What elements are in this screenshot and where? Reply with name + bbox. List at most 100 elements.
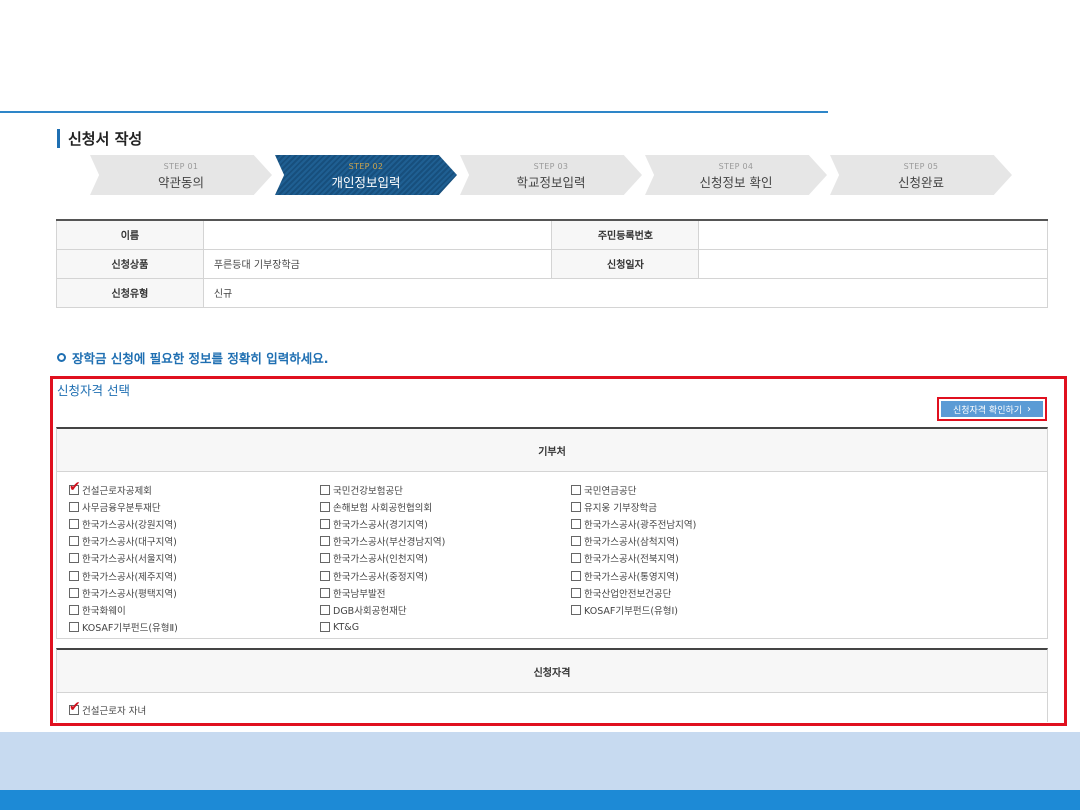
donor-checkbox-item[interactable]: 한국가스공사(제주지역): [69, 567, 320, 584]
checkbox[interactable]: [571, 570, 581, 581]
step-1-label: 약관동의: [157, 175, 204, 190]
donor-checkbox-label: 유지웅 기부장학금: [584, 502, 657, 514]
donor-checkbox-item[interactable]: 사무금융우분투재단: [69, 498, 320, 515]
checkbox[interactable]: [571, 501, 581, 512]
step-2-active: STEP 02 개인정보입력: [275, 155, 457, 195]
checkbox[interactable]: [571, 604, 581, 615]
donor-checkbox-item[interactable]: DGB사회공헌재단: [320, 601, 571, 618]
checkbox[interactable]: [320, 587, 330, 598]
donor-checkbox-label: 한국가스공사(전북지역): [584, 554, 679, 566]
checkbox[interactable]: [571, 484, 581, 495]
checkbox[interactable]: [320, 553, 330, 564]
donor-checkbox-item[interactable]: 한국가스공사(평택지역): [69, 584, 320, 601]
donor-checkbox-item[interactable]: 손해보험 사회공헌협의회: [320, 498, 571, 515]
checkbox[interactable]: [69, 604, 79, 615]
product-label: 신청상품: [56, 248, 204, 279]
step-4-label: 신청정보 확인: [699, 175, 773, 190]
donor-checkbox-item[interactable]: 한국가스공사(부산경남지역): [320, 533, 571, 550]
checkbox[interactable]: [69, 587, 79, 598]
donor-checkbox-item[interactable]: 한국가스공사(인천지역): [320, 550, 571, 567]
checkbox[interactable]: [320, 570, 330, 581]
donor-checkbox-label: 한국가스공사(강원지역): [82, 519, 177, 531]
donor-checkbox-list: 건설근로자공제회 국민건강보험공단 국민연금공단사무금융우분투재단 손해보험 사회공헌…: [69, 479, 829, 636]
donor-checkbox-item[interactable]: 국민건강보험공단: [320, 481, 571, 498]
checkbox[interactable]: [69, 479, 81, 495]
donor-checkbox-item[interactable]: KOSAF기부펀드(유형Ⅰ): [571, 601, 822, 618]
donor-checkbox-label: 한국화웨이: [82, 605, 126, 617]
donor-checkbox-label: 한국가스공사(인천지역): [333, 554, 428, 566]
step-3: STEP 03 학교정보입력: [460, 155, 642, 195]
donor-checkbox-label: 손해보험 사회공헌협의회: [333, 502, 433, 514]
donor-checkbox-item[interactable]: 한국가스공사(중정지역): [320, 567, 571, 584]
step-1: STEP 01 약관동의: [90, 155, 272, 195]
donor-checkbox-item[interactable]: 한국가스공사(통영지역): [571, 567, 822, 584]
type-label: 신청유형: [56, 277, 204, 308]
checkbox[interactable]: [571, 536, 581, 547]
table-row: 신청상품 푸른등대 기부장학금 신청일자: [56, 248, 1048, 279]
donor-checkbox-label: 한국남부발전: [333, 588, 386, 600]
checkbox[interactable]: [320, 501, 330, 512]
checkbox[interactable]: [320, 604, 330, 615]
checkbox[interactable]: [69, 570, 79, 581]
page-title: 신청서 작성: [57, 128, 142, 148]
donor-checkbox-item[interactable]: 한국가스공사(삼척지역): [571, 533, 822, 550]
circle-bullet-icon: [57, 353, 66, 362]
checkbox[interactable]: [571, 553, 581, 564]
donor-checkbox-item[interactable]: 한국가스공사(경기지역): [320, 515, 571, 532]
product-value: 푸른등대 기부장학금: [202, 248, 553, 279]
step-5-label: 신청완료: [897, 175, 944, 190]
date-value: [698, 248, 1048, 279]
checkbox[interactable]: [320, 536, 330, 547]
donor-checkbox-item[interactable]: 한국남부발전: [320, 584, 571, 601]
ssn-value: [698, 219, 1048, 250]
donor-checkbox-item[interactable]: 한국가스공사(강원지역): [69, 515, 320, 532]
checkbox[interactable]: [69, 536, 79, 547]
donor-checkbox-item[interactable]: KT&G: [320, 619, 571, 636]
donor-checkbox-label: 한국산업안전보건공단: [584, 588, 672, 600]
donor-checkbox-item[interactable]: 유지웅 기부장학금: [571, 498, 822, 515]
checkbox[interactable]: [571, 587, 581, 598]
footer-dark-band: [0, 790, 1080, 810]
title-accent-bar: [57, 128, 60, 148]
donor-checkbox-item[interactable]: 건설근로자공제회: [69, 479, 320, 498]
donor-checkbox-label: 건설근로자공제회: [82, 485, 152, 497]
donor-checkbox-label: 한국가스공사(부산경남지역): [333, 537, 446, 549]
donor-checkbox-item[interactable]: 한국화웨이: [69, 601, 320, 618]
donor-checkbox-label: DGB사회공헌재단: [333, 605, 407, 617]
checkbox[interactable]: [69, 518, 79, 529]
check-qualification-button[interactable]: 신청자격 확인하기 ›: [941, 401, 1043, 417]
step-2-number: STEP 02: [348, 162, 384, 171]
donor-checkbox-item[interactable]: 한국가스공사(광주전남지역): [571, 515, 822, 532]
donor-checkbox-item[interactable]: 한국가스공사(대구지역): [69, 533, 320, 550]
checkbox[interactable]: [69, 622, 79, 633]
checkbox[interactable]: [320, 484, 330, 495]
donor-checkbox-item[interactable]: 국민연금공단: [571, 481, 822, 498]
donor-checkbox-item[interactable]: KOSAF기부펀드(유형Ⅱ): [69, 619, 320, 636]
step-progress: STEP 01 약관동의 STEP 02 개인정보입력 STEP 03 학교정보…: [90, 155, 1020, 195]
qualification-panel: 신청자격 건설근로자 자녀: [56, 648, 1048, 722]
checkbox[interactable]: [571, 518, 581, 529]
donor-checkbox-label: 한국가스공사(중정지역): [333, 571, 428, 583]
donor-checkbox-label: 한국가스공사(광주전남지역): [584, 519, 697, 531]
footer-light-band: [0, 732, 1080, 790]
checkbox[interactable]: [320, 518, 330, 529]
step-1-number: STEP 01: [163, 162, 199, 171]
donor-checkbox-label: 한국가스공사(통영지역): [584, 571, 679, 583]
donor-checkbox-item[interactable]: 한국가스공사(전북지역): [571, 550, 822, 567]
donor-panel: 기부처 건설근로자공제회 국민건강보험공단 국민연금공단사무금융우분투재단 손해보험 …: [56, 427, 1048, 639]
page-title-text: 신청서 작성: [68, 129, 143, 148]
ssn-label: 주민등록번호: [551, 219, 700, 250]
applicant-info-table: 이름 주민등록번호 신청상품 푸른등대 기부장학금 신청일자 신청유형 신규: [56, 219, 1049, 308]
checkbox[interactable]: [320, 622, 330, 633]
donor-checkbox-item[interactable]: 한국가스공사(서울지역): [69, 550, 320, 567]
checkbox[interactable]: [69, 699, 81, 715]
donor-checkbox-label: KT&G: [333, 621, 360, 633]
qualification-panel-header: 신청자격: [57, 650, 1047, 693]
qualification-checkbox-item[interactable]: 건설근로자 자녀: [69, 699, 146, 717]
step-2-label: 개인정보입력: [331, 175, 401, 190]
checkbox[interactable]: [69, 501, 79, 512]
chevron-right-icon: ›: [1027, 403, 1032, 415]
header-divider-line: [0, 111, 828, 113]
checkbox[interactable]: [69, 553, 79, 564]
donor-checkbox-item[interactable]: 한국산업안전보건공단: [571, 584, 822, 601]
